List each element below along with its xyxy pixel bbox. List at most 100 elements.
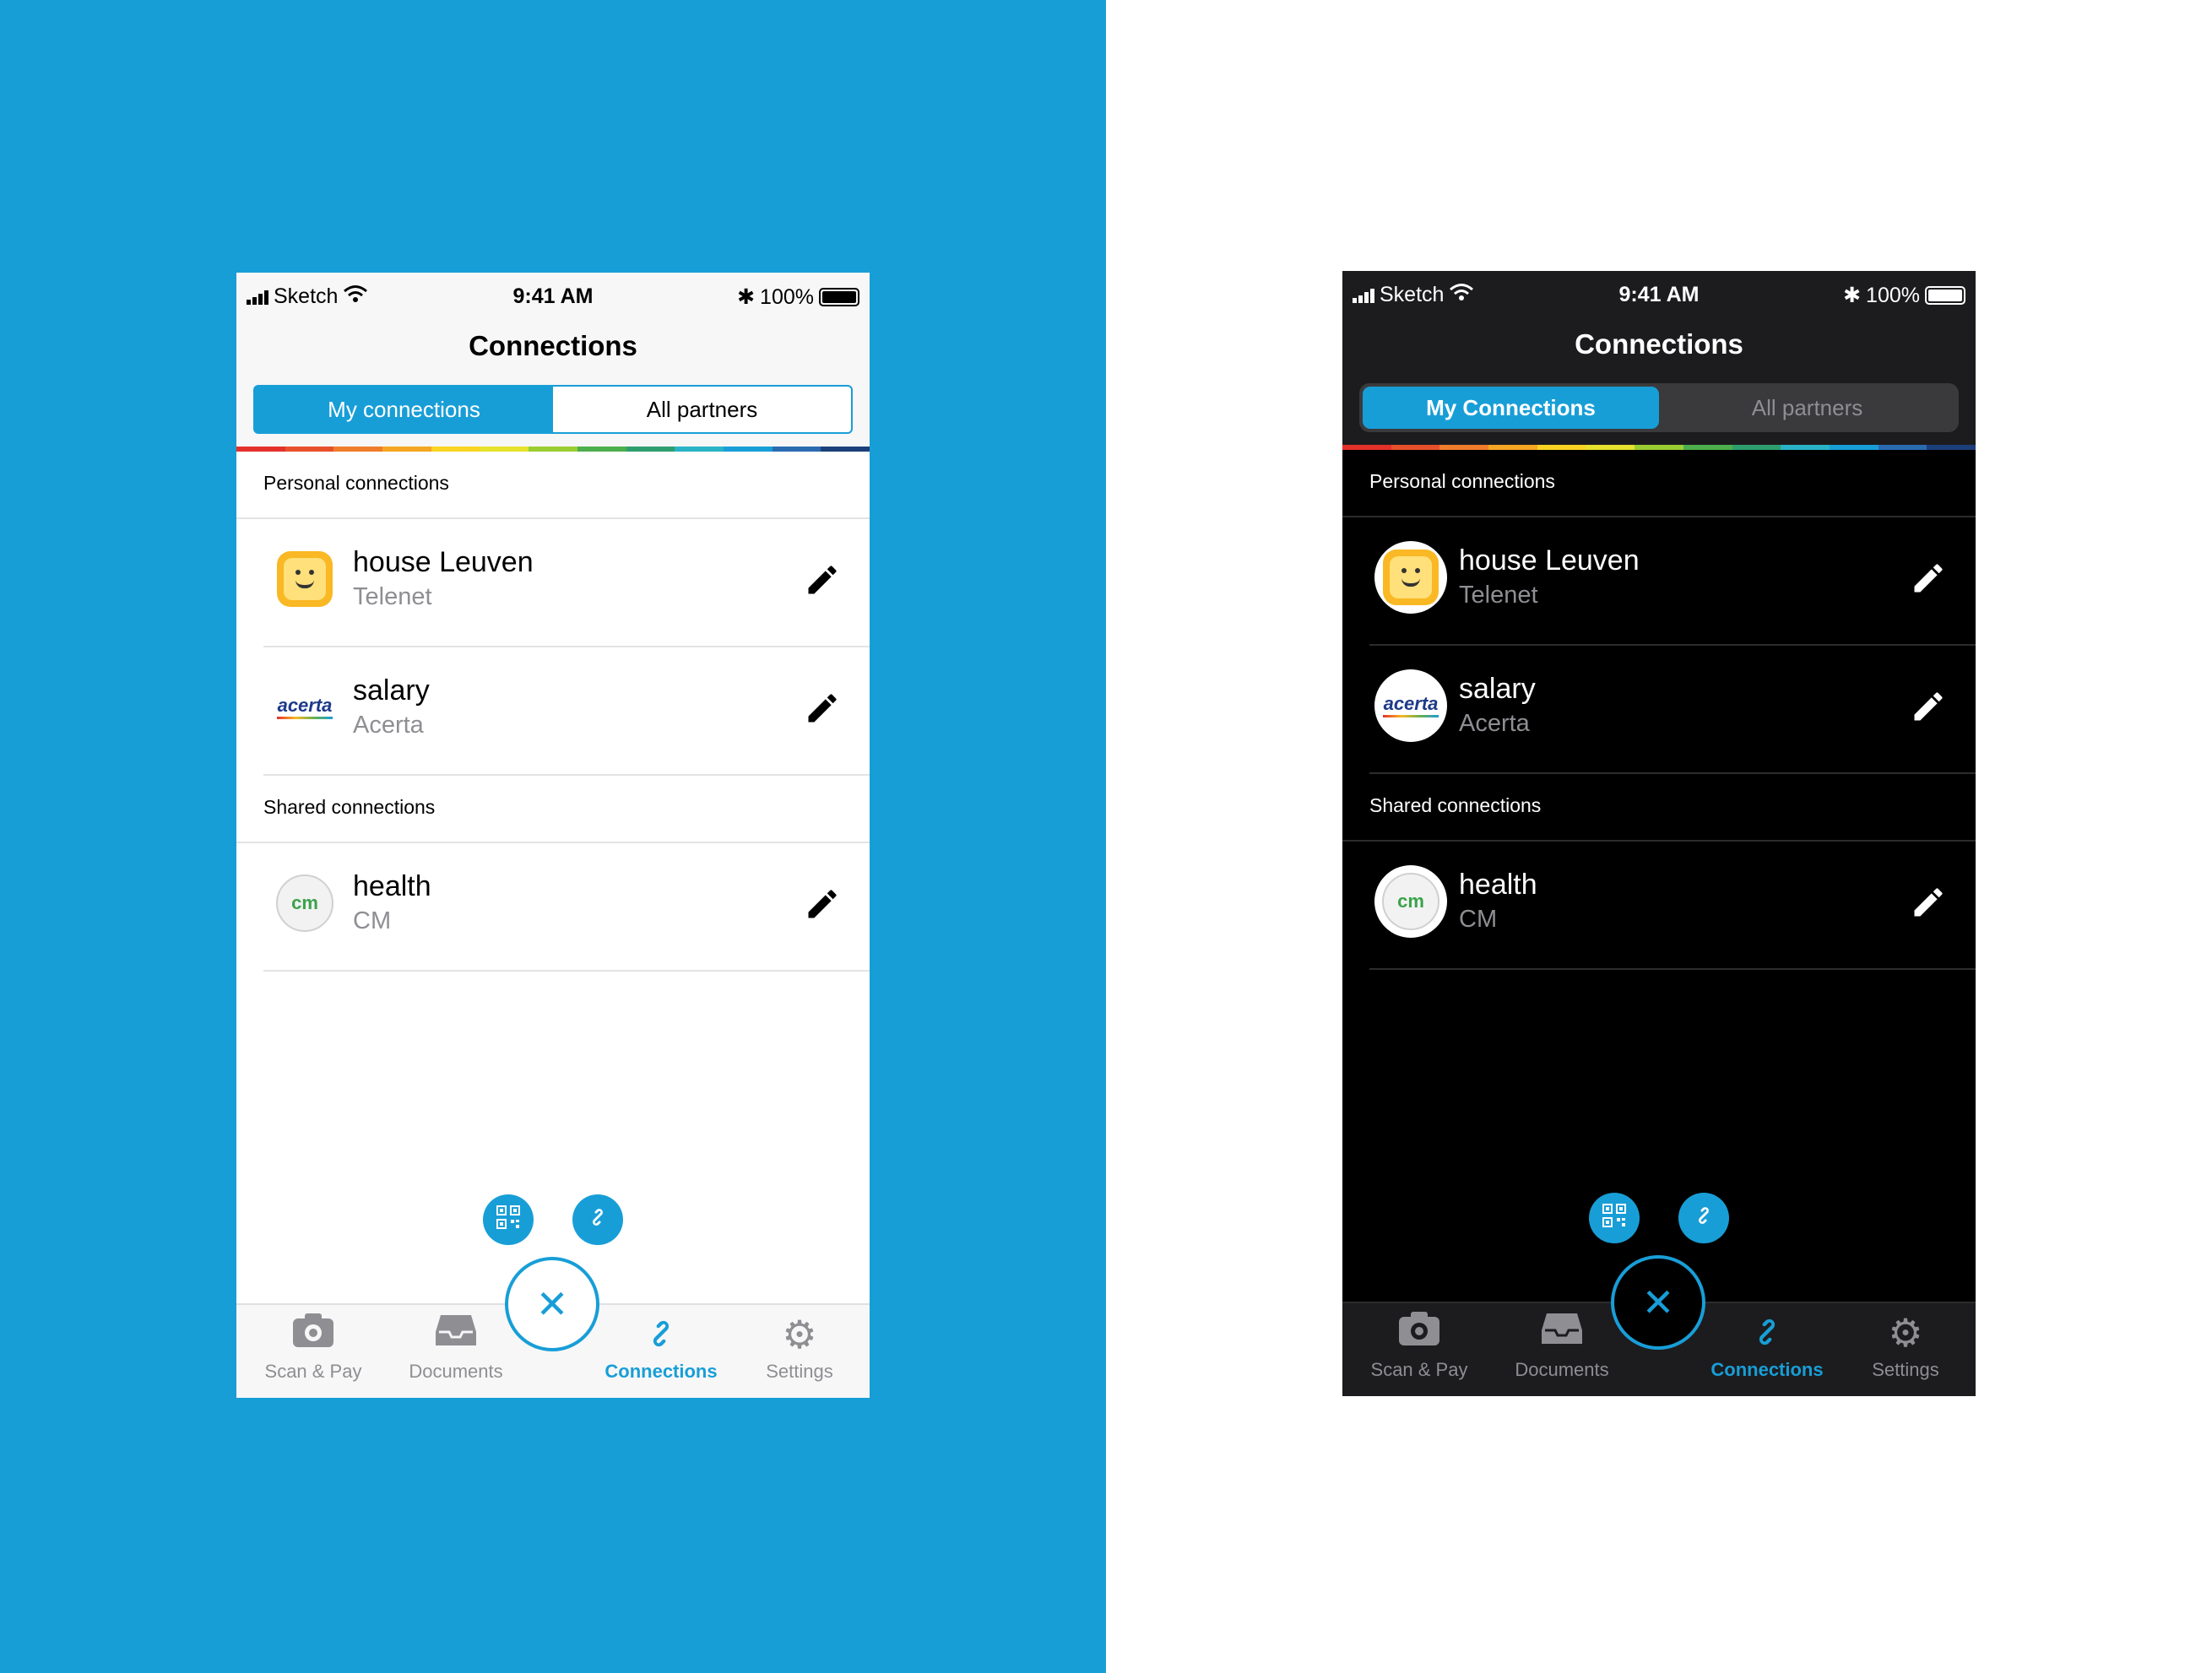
qr-code-button[interactable] [483, 1194, 534, 1245]
rainbow-segment [1927, 445, 1976, 450]
tab-my-connections[interactable]: My connections [255, 387, 553, 432]
rainbow-segment [529, 447, 577, 452]
nav-documents[interactable]: Documents [393, 1312, 519, 1383]
edit-icon[interactable] [1910, 688, 1947, 725]
connection-name: health [353, 870, 431, 902]
nav-scan-pay[interactable]: Scan & Pay [1356, 1310, 1483, 1381]
telenet-logo [1374, 541, 1447, 614]
rainbow-segment [1683, 445, 1732, 450]
rainbow-segment [1732, 445, 1781, 450]
tab-my-connections[interactable]: My Connections [1363, 387, 1659, 429]
connection-provider: Acerta [1459, 710, 1530, 737]
qr-code-icon [496, 1205, 521, 1236]
nav-label: Scan & Pay [264, 1361, 362, 1382]
link-icon [1704, 1310, 1830, 1359]
page-title: Connections [469, 330, 637, 361]
rainbow-segment [1439, 445, 1489, 450]
edit-icon[interactable] [804, 690, 841, 727]
nav-label: Connections [605, 1361, 718, 1382]
connection-provider: Telenet [1459, 582, 1538, 609]
link-button[interactable] [1678, 1193, 1729, 1243]
rainbow-segment [1537, 445, 1586, 450]
header: Sketch 9:41 AM ✱ 100% Connections My con… [236, 273, 870, 447]
close-icon: ✕ [535, 1282, 569, 1326]
rainbow-segment [626, 447, 675, 452]
edit-icon[interactable] [1910, 560, 1947, 597]
connection-row[interactable]: acerta salary Acerta [236, 647, 870, 774]
cm-logo: cm [1374, 865, 1447, 938]
section-personal-label: Personal connections [1369, 470, 1555, 492]
divider [1369, 772, 1976, 774]
section-personal-label: Personal connections [263, 472, 449, 494]
nav-label: Scan & Pay [1370, 1359, 1468, 1380]
rainbow-segment [382, 447, 431, 452]
section-shared-label: Shared connections [263, 796, 436, 818]
phone-light: Sketch 9:41 AM ✱ 100% Connections My con… [236, 273, 870, 1398]
close-menu-button[interactable]: ✕ [505, 1257, 599, 1351]
nav-connections[interactable]: Connections [598, 1312, 724, 1383]
nav-label: Settings [766, 1361, 833, 1382]
connection-name: house Leuven [1459, 544, 1640, 577]
edit-icon[interactable] [1910, 884, 1947, 921]
nav-scan-pay[interactable]: Scan & Pay [250, 1312, 377, 1383]
nav-label: Connections [1711, 1359, 1824, 1380]
rainbow-segment [1342, 445, 1391, 450]
inbox-icon [1499, 1310, 1625, 1359]
tab-all-partners[interactable]: All partners [1659, 387, 1955, 429]
inbox-icon [393, 1312, 519, 1361]
connection-row[interactable]: house Leuven Telenet [1342, 517, 1976, 644]
rainbow-segment [480, 447, 529, 452]
link-button[interactable] [572, 1194, 623, 1245]
rainbow-segment [821, 447, 870, 452]
gear-icon: ⚙ [1888, 1311, 1923, 1355]
bluetooth-icon: ✱ [1843, 284, 1862, 307]
close-icon: ✕ [1641, 1280, 1675, 1324]
segmented-control: My connections All partners [253, 385, 853, 434]
link-icon [583, 1203, 612, 1237]
rainbow-segment [772, 447, 821, 452]
connection-row[interactable]: acerta salary Acerta [1342, 646, 1976, 772]
page-title: Connections [1575, 328, 1743, 360]
acerta-logo: acerta [1374, 669, 1447, 742]
rainbow-segment [1635, 445, 1683, 450]
camera-icon [1356, 1310, 1483, 1359]
rainbow-segment [285, 447, 334, 452]
rainbow-bar [236, 447, 870, 452]
rainbow-segment [1391, 445, 1440, 450]
connection-provider: CM [353, 907, 392, 934]
edit-icon[interactable] [804, 885, 841, 923]
tab-all-partners[interactable]: All partners [553, 387, 851, 432]
phone-dark: Sketch 9:41 AM ✱ 100% Connections My Con… [1342, 271, 1976, 1396]
connection-row[interactable]: house Leuven Telenet [236, 519, 870, 646]
link-icon [598, 1312, 724, 1361]
connection-name: salary [1459, 673, 1536, 705]
qr-code-button[interactable] [1589, 1193, 1640, 1243]
connection-name: health [1459, 869, 1537, 901]
nav-label: Documents [409, 1361, 503, 1382]
rainbow-segment [1878, 445, 1927, 450]
nav-connections[interactable]: Connections [1704, 1310, 1830, 1381]
nav-settings[interactable]: ⚙ Settings [1842, 1310, 1969, 1381]
link-icon [1689, 1201, 1718, 1236]
status-bar: Sketch 9:41 AM ✱ 100% [1342, 278, 1976, 311]
edit-icon[interactable] [804, 561, 841, 598]
close-menu-button[interactable]: ✕ [1611, 1255, 1705, 1350]
divider [1369, 968, 1976, 970]
camera-icon [250, 1312, 377, 1361]
rainbow-segment [1781, 445, 1830, 450]
connection-row[interactable]: cm health CM [1342, 842, 1976, 968]
header: Sketch 9:41 AM ✱ 100% Connections My Con… [1342, 271, 1976, 445]
status-bar: Sketch 9:41 AM ✱ 100% [236, 279, 870, 313]
rainbow-segment [1488, 445, 1537, 450]
nav-settings[interactable]: ⚙ Settings [736, 1312, 863, 1383]
divider [263, 774, 870, 776]
nav-documents[interactable]: Documents [1499, 1310, 1625, 1381]
connection-provider: Telenet [353, 583, 432, 610]
nav-label: Documents [1515, 1359, 1609, 1380]
segmented-control: My Connections All partners [1359, 383, 1959, 432]
rainbow-segment [1586, 445, 1635, 450]
connection-provider: CM [1459, 906, 1498, 933]
nav-label: Settings [1872, 1359, 1939, 1380]
connection-row[interactable]: cm health CM [236, 843, 870, 970]
connection-name: house Leuven [353, 546, 534, 578]
